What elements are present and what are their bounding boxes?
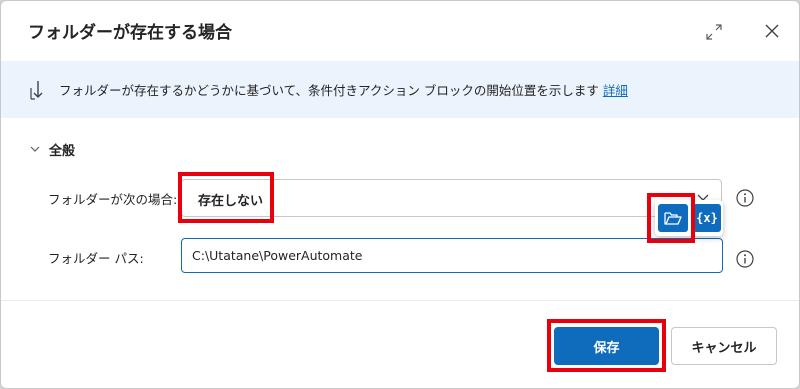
footer-divider <box>1 300 799 301</box>
section-label: 全般 <box>49 143 76 159</box>
branch-arrow-icon <box>30 81 43 100</box>
insert-variable-button[interactable]: {x} <box>693 204 721 232</box>
folder-path-input[interactable] <box>181 238 723 273</box>
path-label: フォルダー パス: <box>48 251 144 266</box>
expand-button[interactable] <box>703 21 725 43</box>
learn-more-link[interactable]: 詳細 <box>603 83 628 98</box>
info-text: フォルダーが存在するかどうかに基づいて、条件付きアクション ブロックの開始位置を… <box>59 80 628 99</box>
dialog-titlebar: フォルダーが存在する場合 <box>1 1 799 61</box>
info-bar: フォルダーが存在するかどうかに基づいて、条件付きアクション ブロックの開始位置を… <box>1 61 799 118</box>
folder-open-icon <box>664 212 682 225</box>
select-folder-button[interactable] <box>658 204 688 232</box>
condition-value: 存在しない <box>198 194 264 209</box>
condition-select[interactable]: 存在しない <box>181 179 722 217</box>
info-description: フォルダーが存在するかどうかに基づいて、条件付きアクション ブロックの開始位置を… <box>59 83 599 98</box>
save-button[interactable]: 保存 <box>554 327 659 365</box>
dialog-title: フォルダーが存在する場合 <box>28 23 232 43</box>
dialog: フォルダーが存在する場合 フォルダーが存在するかどうかに基づいて、条件付きアクシ… <box>0 0 800 389</box>
condition-label: フォルダーが次の場合: <box>48 192 178 207</box>
info-icon[interactable] <box>736 250 754 268</box>
close-icon <box>765 24 779 38</box>
section-general[interactable]: 全般 <box>29 139 75 159</box>
info-icon[interactable] <box>736 189 754 207</box>
cancel-button[interactable]: キャンセル <box>671 327 777 365</box>
expand-icon <box>706 24 722 40</box>
path-picker-group: {x} <box>655 200 723 236</box>
close-button[interactable] <box>761 20 783 42</box>
chevron-down-icon <box>30 146 40 152</box>
